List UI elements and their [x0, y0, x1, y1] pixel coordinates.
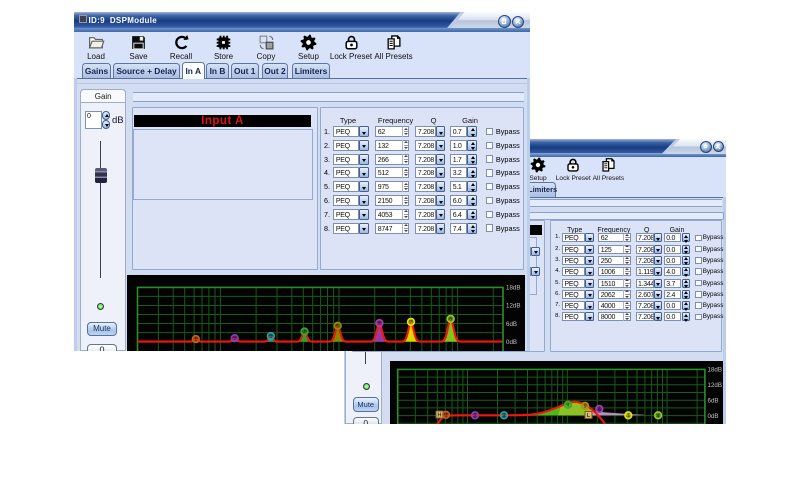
svg-text:3: 3 — [269, 334, 272, 340]
svg-text:3: 3 — [503, 413, 506, 419]
svg-text:5: 5 — [336, 324, 339, 330]
svg-text:6dB: 6dB — [506, 321, 517, 328]
svg-text:2: 2 — [233, 336, 236, 342]
svg-text:7: 7 — [627, 413, 630, 419]
svg-text:7: 7 — [410, 320, 413, 326]
svg-text:0dB: 0dB — [506, 339, 517, 346]
svg-text:5: 5 — [584, 404, 587, 410]
svg-text:8: 8 — [449, 317, 452, 323]
svg-text:0dB: 0dB — [708, 413, 719, 420]
svg-text:4: 4 — [567, 403, 570, 409]
svg-text:1: 1 — [194, 337, 197, 343]
svg-text:6: 6 — [598, 407, 601, 413]
svg-text:18dB: 18dB — [708, 367, 722, 374]
svg-text:6dB: 6dB — [708, 397, 719, 404]
svg-text:12dB: 12dB — [708, 382, 722, 389]
svg-text:1: 1 — [445, 413, 448, 419]
svg-text:H: H — [438, 413, 442, 419]
svg-text:8: 8 — [657, 413, 660, 419]
svg-text:12dB: 12dB — [506, 303, 520, 310]
svg-text:4: 4 — [303, 329, 306, 335]
svg-text:2: 2 — [474, 413, 477, 419]
svg-text:6: 6 — [378, 321, 381, 327]
svg-text:18dB: 18dB — [506, 285, 520, 292]
